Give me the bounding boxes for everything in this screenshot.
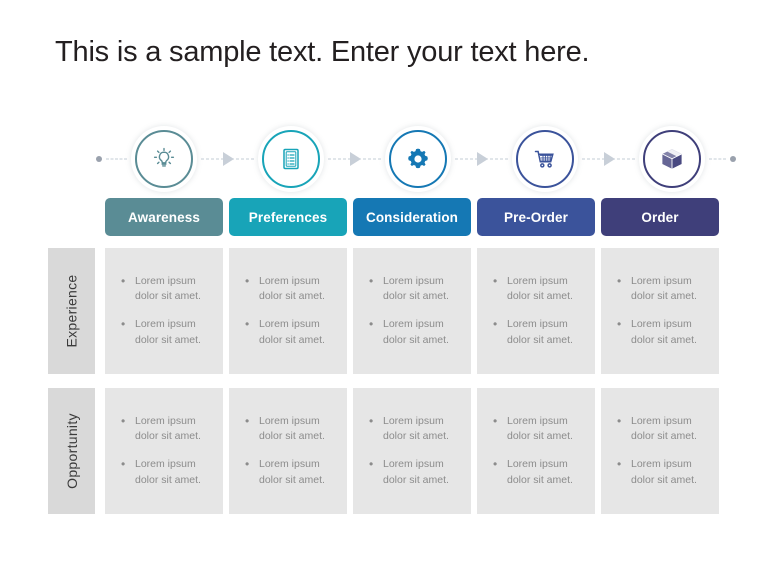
list-item: Lorem ipsum dolor sit amet. [367, 413, 461, 444]
gear-icon [389, 130, 447, 188]
list-item: Lorem ipsum dolor sit amet. [243, 413, 337, 444]
list-item: Lorem ipsum dolor sit amet. [615, 316, 709, 347]
bullet-list: Lorem ipsum dolor sit amet. Lorem ipsum d… [243, 413, 337, 488]
bullet-list: Lorem ipsum dolor sit amet. Lorem ipsum d… [491, 273, 585, 348]
matrix-cell[interactable]: Lorem ipsum dolor sit amet. Lorem ipsum d… [105, 388, 223, 514]
clipboard-list-icon [262, 130, 320, 188]
matrix-cell[interactable]: Lorem ipsum dolor sit amet. Lorem ipsum d… [601, 248, 719, 374]
stage-icon-node-1[interactable] [131, 126, 197, 192]
bullet-list: Lorem ipsum dolor sit amet. Lorem ipsum d… [615, 413, 709, 488]
list-item: Lorem ipsum dolor sit amet. [615, 273, 709, 304]
list-item: Lorem ipsum dolor sit amet. [491, 273, 585, 304]
matrix-row-experience: Experience Lorem ipsum dolor sit amet.Lo… [48, 248, 731, 374]
connector-dashed-line [106, 158, 127, 160]
matrix-cell[interactable]: Lorem ipsum dolor sit amet. Lorem ipsum d… [105, 248, 223, 374]
stage-tab-preferences[interactable]: Preferences [229, 198, 347, 236]
list-item: Lorem ipsum dolor sit amet. [119, 273, 213, 304]
package-box-icon [643, 130, 701, 188]
list-item: Lorem ipsum dolor sit amet. [243, 273, 337, 304]
stage-tab-consideration[interactable]: Consideration [353, 198, 471, 236]
bullet-list: Lorem ipsum dolor sit amet. Lorem ipsum d… [491, 413, 585, 488]
connector-arrow-icon [603, 152, 615, 166]
row-label-opportunity-text: Opportunity [63, 413, 80, 489]
matrix-cell[interactable]: Lorem ipsum dolor sit amet. Lorem ipsum d… [229, 388, 347, 514]
stage-tab-awareness[interactable]: Awareness [105, 198, 223, 236]
bullet-list: Lorem ipsum dolor sit amet. Lorem ipsum d… [367, 273, 461, 348]
matrix-cell[interactable]: Lorem ipsum dolor sit amet. Lorem ipsum d… [353, 388, 471, 514]
experience-opportunity-matrix: Experience Lorem ipsum dolor sit amet.Lo… [48, 248, 731, 514]
list-item: Lorem ipsum dolor sit amet. [615, 456, 709, 487]
process-start-dot [96, 156, 102, 162]
connector-arrow-icon [349, 152, 361, 166]
list-item: Lorem ipsum dolor sit amet. [119, 456, 213, 487]
list-item: Lorem ipsum dolor sit amet. [119, 413, 213, 444]
matrix-cell[interactable]: Lorem ipsum dolor sit amet. Lorem ipsum d… [353, 248, 471, 374]
list-item: Lorem ipsum dolor sit amet. [491, 413, 585, 444]
bullet-list: Lorem ipsum dolor sit amet. Lorem ipsum d… [119, 273, 213, 348]
connector-arrow-icon [222, 152, 234, 166]
matrix-cell[interactable]: Lorem ipsum dolor sit amet. Lorem ipsum d… [601, 388, 719, 514]
matrix-cell[interactable]: Lorem ipsum dolor sit amet. Lorem ipsum d… [477, 388, 595, 514]
stage-icon-node-4[interactable] [512, 126, 578, 192]
list-item: Lorem ipsum dolor sit amet. [367, 456, 461, 487]
matrix-cell[interactable]: Lorem ipsum dolor sit amet. Lorem ipsum d… [229, 248, 347, 374]
stage-icon-node-5[interactable] [639, 126, 705, 192]
stage-icon-node-3[interactable] [385, 126, 451, 192]
list-item: Lorem ipsum dolor sit amet. [491, 316, 585, 347]
stage-tab-pre-order[interactable]: Pre-Order [477, 198, 595, 236]
bullet-list: Lorem ipsum dolor sit amet. Lorem ipsum d… [367, 413, 461, 488]
stage-icon-node-2[interactable] [258, 126, 324, 192]
row-label-experience: Experience [48, 248, 95, 374]
matrix-row-opportunity: Opportunity Lorem ipsum dolor sit amet.L… [48, 388, 731, 514]
matrix-cell[interactable]: Lorem ipsum dolor sit amet. Lorem ipsum d… [477, 248, 595, 374]
list-item: Lorem ipsum dolor sit amet. [243, 456, 337, 487]
list-item: Lorem ipsum dolor sit amet. [367, 273, 461, 304]
stage-tab-order[interactable]: Order [601, 198, 719, 236]
connector-arrow-icon [476, 152, 488, 166]
list-item: Lorem ipsum dolor sit amet. [243, 316, 337, 347]
page-title: This is a sample text. Enter your text h… [55, 36, 590, 68]
bullet-list: Lorem ipsum dolor sit amet. Lorem ipsum d… [615, 273, 709, 348]
process-icon-strip [96, 126, 736, 192]
lightbulb-icon [135, 130, 193, 188]
connector-dashed-line [709, 158, 726, 160]
shopping-cart-icon [516, 130, 574, 188]
bullet-list: Lorem ipsum dolor sit amet. Lorem ipsum d… [243, 273, 337, 348]
stage-tab-row: Awareness Preferences Consideration Pre-Ord… [105, 198, 731, 236]
row-label-experience-text: Experience [63, 274, 80, 348]
list-item: Lorem ipsum dolor sit amet. [367, 316, 461, 347]
list-item: Lorem ipsum dolor sit amet. [491, 456, 585, 487]
bullet-list: Lorem ipsum dolor sit amet. Lorem ipsum d… [119, 413, 213, 488]
list-item: Lorem ipsum dolor sit amet. [119, 316, 213, 347]
process-end-dot [730, 156, 736, 162]
row-label-opportunity: Opportunity [48, 388, 95, 514]
list-item: Lorem ipsum dolor sit amet. [615, 413, 709, 444]
